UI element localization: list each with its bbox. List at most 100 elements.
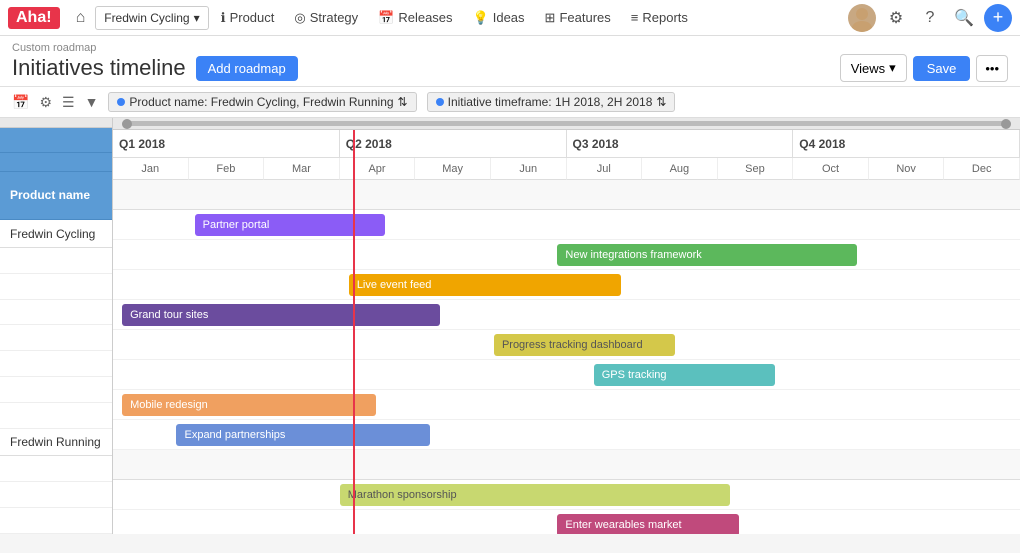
chevron-down-icon: ▾ (194, 11, 200, 25)
gantt-row-progress-tracking: Progress tracking dashboard (113, 330, 1020, 360)
bar-wearables[interactable]: Enter wearables market (557, 514, 738, 534)
product-name: Fredwin Cycling (104, 11, 189, 25)
bar-grand-tour[interactable]: Grand tour sites (122, 304, 439, 326)
timeline-container: Product name Fredwin Cycling Fredwin Run… (0, 118, 1020, 534)
month-jan: Jan (113, 158, 189, 180)
features-icon: ⊞ (545, 10, 556, 26)
bar-gps-cycling[interactable]: GPS tracking (594, 364, 775, 386)
gantt-row-live-event: Live event feed (113, 270, 1020, 300)
running-group-header-row (113, 450, 1020, 480)
gantt-row-wearables: Enter wearables market (113, 510, 1020, 534)
filter-icon[interactable]: ▼ (85, 94, 99, 110)
left-row (0, 482, 112, 508)
left-row (0, 325, 112, 351)
nav-releases[interactable]: 📅 Releases (370, 6, 460, 30)
filter-dropdown-icon: ⇅ (656, 95, 666, 109)
ideas-icon: 💡 (473, 10, 489, 26)
timeline-slider[interactable] (113, 118, 1020, 130)
nav-reports[interactable]: ≡ Reports (623, 6, 696, 29)
left-group-cycling: Fredwin Cycling (0, 220, 112, 248)
breadcrumb: Custom roadmap (12, 42, 1008, 54)
timeframe-filter[interactable]: Initiative timeframe: 1H 2018, 2H 2018 ⇅ (427, 92, 676, 112)
month-apr: Apr (340, 158, 416, 180)
calendar-icon: 📅 (378, 10, 394, 26)
filter-dropdown-icon: ⇅ (398, 95, 408, 109)
left-group-running: Fredwin Running (0, 429, 112, 457)
strategy-icon: ◎ (294, 10, 305, 26)
nav-strategy[interactable]: ◎ Strategy (286, 6, 366, 30)
bar-expand-partnerships[interactable]: Expand partnerships (176, 424, 430, 446)
left-month-spacer (0, 153, 112, 172)
bar-partner-portal[interactable]: Partner portal (195, 214, 385, 236)
month-jul: Jul (567, 158, 643, 180)
nav-features[interactable]: ⊞ Features (537, 6, 619, 30)
reports-icon: ≡ (631, 10, 639, 25)
save-button[interactable]: Save (913, 56, 971, 81)
left-row (0, 351, 112, 377)
chevron-down-icon: ▾ (889, 60, 896, 76)
bar-marathon[interactable]: Marathon sponsorship (340, 484, 730, 506)
grid-icon[interactable]: ☰ (62, 94, 75, 111)
month-aug: Aug (642, 158, 718, 180)
month-nov: Nov (869, 158, 945, 180)
timeline-grid-wrapper: Q1 2018 Q2 2018 Q3 2018 Q4 2018 Jan Feb … (113, 130, 1020, 534)
more-options-button[interactable]: ••• (976, 55, 1008, 82)
left-panel: Product name Fredwin Cycling Fredwin Run… (0, 118, 113, 534)
left-row (0, 248, 112, 274)
cycling-group-header-row (113, 180, 1020, 210)
bar-mobile-redesign[interactable]: Mobile redesign (122, 394, 376, 416)
left-row (0, 377, 112, 403)
month-jun: Jun (491, 158, 567, 180)
logo: Aha! (8, 7, 60, 29)
month-may: May (415, 158, 491, 180)
filter-dot-icon (117, 98, 125, 106)
nav-product[interactable]: ℹ Product (213, 6, 283, 30)
bar-new-integrations[interactable]: New integrations framework (557, 244, 856, 266)
gantt-row-mobile-redesign: Mobile redesign (113, 390, 1020, 420)
quarter-q4: Q4 2018 (793, 130, 1020, 158)
left-row (0, 274, 112, 300)
sub-header: Custom roadmap Initiatives timeline Add … (0, 36, 1020, 87)
bar-progress-tracking[interactable]: Progress tracking dashboard (494, 334, 675, 356)
gantt-row-grand-tour: Grand tour sites (113, 300, 1020, 330)
left-row (0, 403, 112, 429)
quarter-q3: Q3 2018 (567, 130, 794, 158)
left-row (0, 300, 112, 326)
month-sep: Sep (718, 158, 794, 180)
page-title: Initiatives timeline (12, 55, 186, 81)
settings-icon[interactable]: ⚙ (882, 4, 910, 32)
user-avatar[interactable] (848, 4, 876, 32)
slider-row (0, 118, 112, 128)
quarter-q2: Q2 2018 (340, 130, 567, 158)
settings-icon[interactable]: ⚙ (39, 94, 52, 111)
search-icon[interactable]: 🔍 (950, 4, 978, 32)
gantt-row-gps-cycling: GPS tracking (113, 360, 1020, 390)
calendar-view-icon[interactable]: 📅 (12, 94, 29, 111)
gantt-row-marathon: Marathon sponsorship (113, 480, 1020, 510)
gantt-row-partner-portal: Partner portal (113, 210, 1020, 240)
bar-live-event[interactable]: Live event feed (349, 274, 621, 296)
left-quarter-spacer (0, 128, 112, 152)
quarter-q1: Q1 2018 (113, 130, 340, 158)
views-button[interactable]: Views ▾ (840, 54, 907, 82)
help-icon[interactable]: ? (916, 4, 944, 32)
nav-ideas[interactable]: 💡 Ideas (465, 6, 533, 30)
add-roadmap-button[interactable]: Add roadmap (196, 56, 298, 81)
month-feb: Feb (189, 158, 265, 180)
product-dropdown[interactable]: Fredwin Cycling ▾ (95, 6, 208, 30)
filter-dot-icon (436, 98, 444, 106)
month-oct: Oct (793, 158, 869, 180)
left-row (0, 456, 112, 482)
left-header: Product name (0, 172, 112, 221)
top-nav: Aha! ⌂ Fredwin Cycling ▾ ℹ Product ◎ Str… (0, 0, 1020, 36)
month-mar: Mar (264, 158, 340, 180)
left-row (0, 508, 112, 534)
product-filter[interactable]: Product name: Fredwin Cycling, Fredwin R… (108, 92, 416, 112)
gantt-row-new-integrations: New integrations framework (113, 240, 1020, 270)
toolbar: 📅 ⚙ ☰ ▼ Product name: Fredwin Cycling, F… (0, 87, 1020, 118)
home-icon[interactable]: ⌂ (70, 5, 92, 31)
gantt-row-expand-partnerships: Expand partnerships (113, 420, 1020, 450)
right-timeline[interactable]: Q1 2018 Q2 2018 Q3 2018 Q4 2018 Jan Feb … (113, 118, 1020, 534)
product-icon: ℹ (221, 10, 226, 26)
add-button[interactable]: + (984, 4, 1012, 32)
